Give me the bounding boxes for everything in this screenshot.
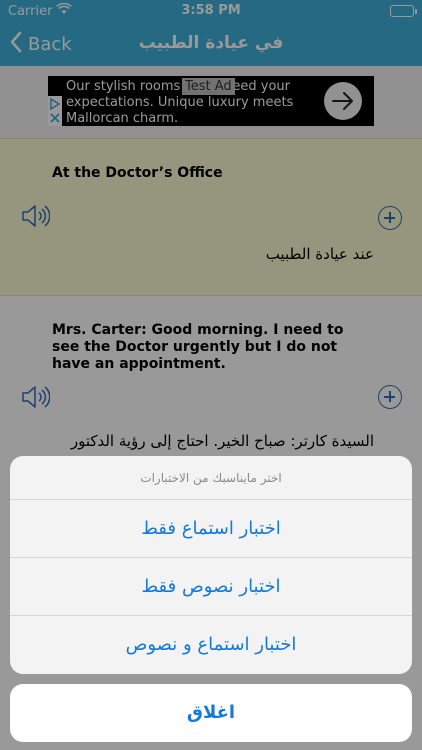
action-sheet: اختر مايناسبك من الاختبارات اختبار استما… [10,456,412,674]
text-test-button[interactable]: اختبار نصوص فقط [10,558,412,616]
listening-test-button[interactable]: اختبار استماع فقط [10,500,412,558]
dim-overlay-top [0,0,422,66]
close-button[interactable]: اغلاق [10,684,412,742]
listening-and-text-test-button[interactable]: اختبار استماع و نصوص [10,616,412,674]
action-sheet-message: اختر مايناسبك من الاختبارات [10,456,412,500]
